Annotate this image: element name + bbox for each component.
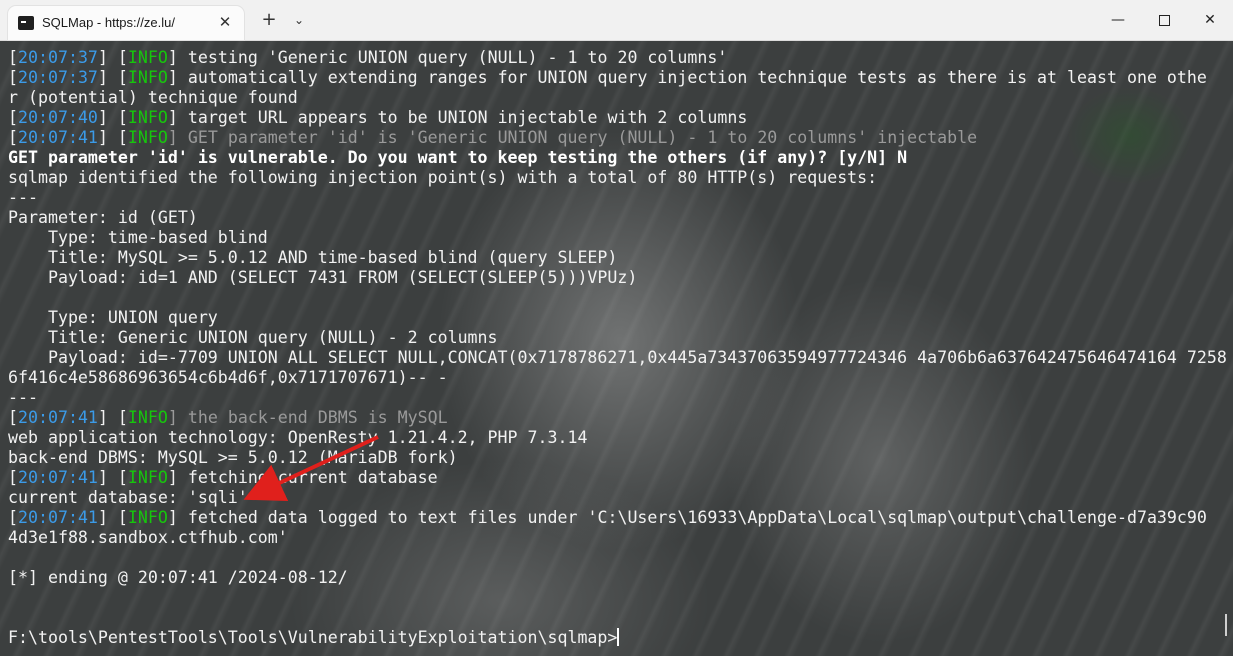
terminal-line: --- [8,388,1218,408]
terminal-line: 4d3e1f88.sandbox.ctfhub.com' [8,528,1218,548]
terminal-line: [*] ending @ 20:07:41 /2024-08-12/ [8,568,1218,588]
log-level: INFO [127,128,168,147]
new-tab-button[interactable]: + [258,9,280,31]
terminal-output[interactable]: [20:07:37] [INFO] testing 'Generic UNION… [0,41,1233,656]
terminal-line: Type: time-based blind [8,228,1218,248]
terminal-line: Parameter: id (GET) [8,208,1218,228]
log-timestamp: 20:07:41 [18,128,98,147]
terminal-text: web application technology: OpenResty 1.… [8,428,588,447]
log-timestamp: 20:07:37 [18,68,98,87]
terminal-line: 6f416c4e58686963654c6b4d6f,0x7171707671)… [8,368,1218,388]
terminal-line: [20:07:41] [INFO] fetching current datab… [8,468,1218,488]
terminal-text: ] [ [97,108,128,127]
maximize-icon [1158,14,1170,26]
terminal-text: GET parameter 'id' is vulnerable. Do you… [8,148,908,167]
terminal-text: F:\tools\PentestTools\Tools\Vulnerabilit… [8,628,618,647]
terminal-line: r (potential) technique found [8,88,1218,108]
terminal-text: ] [ [97,68,128,87]
terminal-text: [ [8,408,18,427]
terminal-tab[interactable]: SQLMap - https://ze.lu/ ✕ [8,6,244,40]
tab-close-button[interactable]: ✕ [214,11,236,33]
terminal-line: Title: Generic UNION query (NULL) - 2 co… [8,328,1218,348]
terminal-text: ] the back-end DBMS is MySQL [167,408,448,427]
terminal-text: ] [ [97,468,128,487]
terminal-text: Title: Generic UNION query (NULL) - 2 co… [8,328,498,347]
terminal-line: [20:07:37] [INFO] automatically extendin… [8,68,1218,88]
terminal-text: Type: UNION query [8,308,218,327]
log-timestamp: 20:07:41 [18,408,98,427]
terminal-lines: [20:07:37] [INFO] testing 'Generic UNION… [8,48,1227,648]
terminal-text: ] automatically extending ranges for UNI… [167,68,1207,87]
terminal-line: GET parameter 'id' is vulnerable. Do you… [8,148,1218,168]
terminal-text: back-end DBMS: MySQL >= 5.0.12 (MariaDB … [8,448,458,467]
maximize-button[interactable] [1141,0,1187,40]
terminal-text: current database: 'sqli' [8,488,248,507]
tab-title: SQLMap - https://ze.lu/ [42,15,175,30]
terminal-text: --- [8,188,38,207]
terminal-text: ] GET parameter 'id' is 'Generic UNION q… [167,128,978,147]
terminal-text: 6f416c4e58686963654c6b4d6f,0x7171707671)… [8,368,448,387]
terminal-line: [20:07:37] [INFO] testing 'Generic UNION… [8,48,1218,68]
terminal-text: [ [8,108,18,127]
terminal-text: Type: time-based blind [8,228,268,247]
log-level: INFO [127,68,168,87]
log-level: INFO [127,468,168,487]
terminal-line: [20:07:41] [INFO] the back-end DBMS is M… [8,408,1218,428]
terminal-text: ] [ [97,48,128,67]
log-level: INFO [127,508,168,527]
close-window-button[interactable]: ✕ [1187,0,1233,40]
terminal-text: ] [ [97,128,128,147]
terminal-line: web application technology: OpenResty 1.… [8,428,1218,448]
log-timestamp: 20:07:41 [18,508,98,527]
log-level: INFO [127,408,168,427]
terminal-line: Title: MySQL >= 5.0.12 AND time-based bl… [8,248,1218,268]
terminal-text: Title: MySQL >= 5.0.12 AND time-based bl… [8,248,618,267]
terminal-text: ] fetching current database [167,468,438,487]
terminal-text: --- [8,388,38,407]
terminal-line: F:\tools\PentestTools\Tools\Vulnerabilit… [8,628,1218,648]
terminal-text: ] target URL appears to be UNION injecta… [167,108,748,127]
terminal-text: Parameter: id (GET) [8,208,198,227]
log-timestamp: 20:07:40 [18,108,98,127]
tab-dropdown-button[interactable]: ⌄ [288,9,310,31]
terminal-text: ] fetched data logged to text files unde… [167,508,1207,527]
terminal-text: [ [8,468,18,487]
terminal-text: ] testing 'Generic UNION query (NULL) - … [167,48,728,67]
terminal-text: sqlmap identified the following injectio… [8,168,878,187]
terminal-line: --- [8,188,1218,208]
terminal-text: Payload: id=-7709 UNION ALL SELECT NULL,… [8,348,1227,367]
minimize-button[interactable]: — [1095,0,1141,40]
terminal-line: Payload: id=-7709 UNION ALL SELECT NULL,… [8,348,1227,368]
terminal-text: [ [8,508,18,527]
terminal-line: current database: 'sqli' [8,488,1218,508]
log-timestamp: 20:07:37 [18,48,98,67]
terminal-icon [18,16,34,30]
title-bar: SQLMap - https://ze.lu/ ✕ + ⌄ — ✕ [0,0,1233,41]
log-level: INFO [127,48,168,67]
terminal-text: [*] ending @ 20:07:41 /2024-08-12/ [8,568,348,587]
terminal-line: [20:07:41] [INFO] GET parameter 'id' is … [8,128,1218,148]
terminal-text: ] [ [97,408,128,427]
terminal-text: 4d3e1f88.sandbox.ctfhub.com' [8,528,288,547]
text-cursor [617,628,620,646]
terminal-line: Type: UNION query [8,308,1218,328]
terminal-text: [ [8,68,18,87]
scrollbar-thumb[interactable] [1225,614,1227,636]
log-timestamp: 20:07:41 [18,468,98,487]
terminal-line: sqlmap identified the following injectio… [8,168,1218,188]
terminal-line: Payload: id=1 AND (SELECT 7431 FROM (SEL… [8,268,1218,288]
terminal-text: r (potential) technique found [8,88,298,107]
terminal-text: [ [8,128,18,147]
terminal-line: [20:07:41] [INFO] fetched data logged to… [8,508,1218,528]
terminal-text: ] [ [97,508,128,527]
terminal-text: Payload: id=1 AND (SELECT 7431 FROM (SEL… [8,268,638,287]
terminal-text: [ [8,48,18,67]
terminal-line: [20:07:40] [INFO] target URL appears to … [8,108,1218,128]
log-level: INFO [127,108,168,127]
terminal-line: back-end DBMS: MySQL >= 5.0.12 (MariaDB … [8,448,1218,468]
